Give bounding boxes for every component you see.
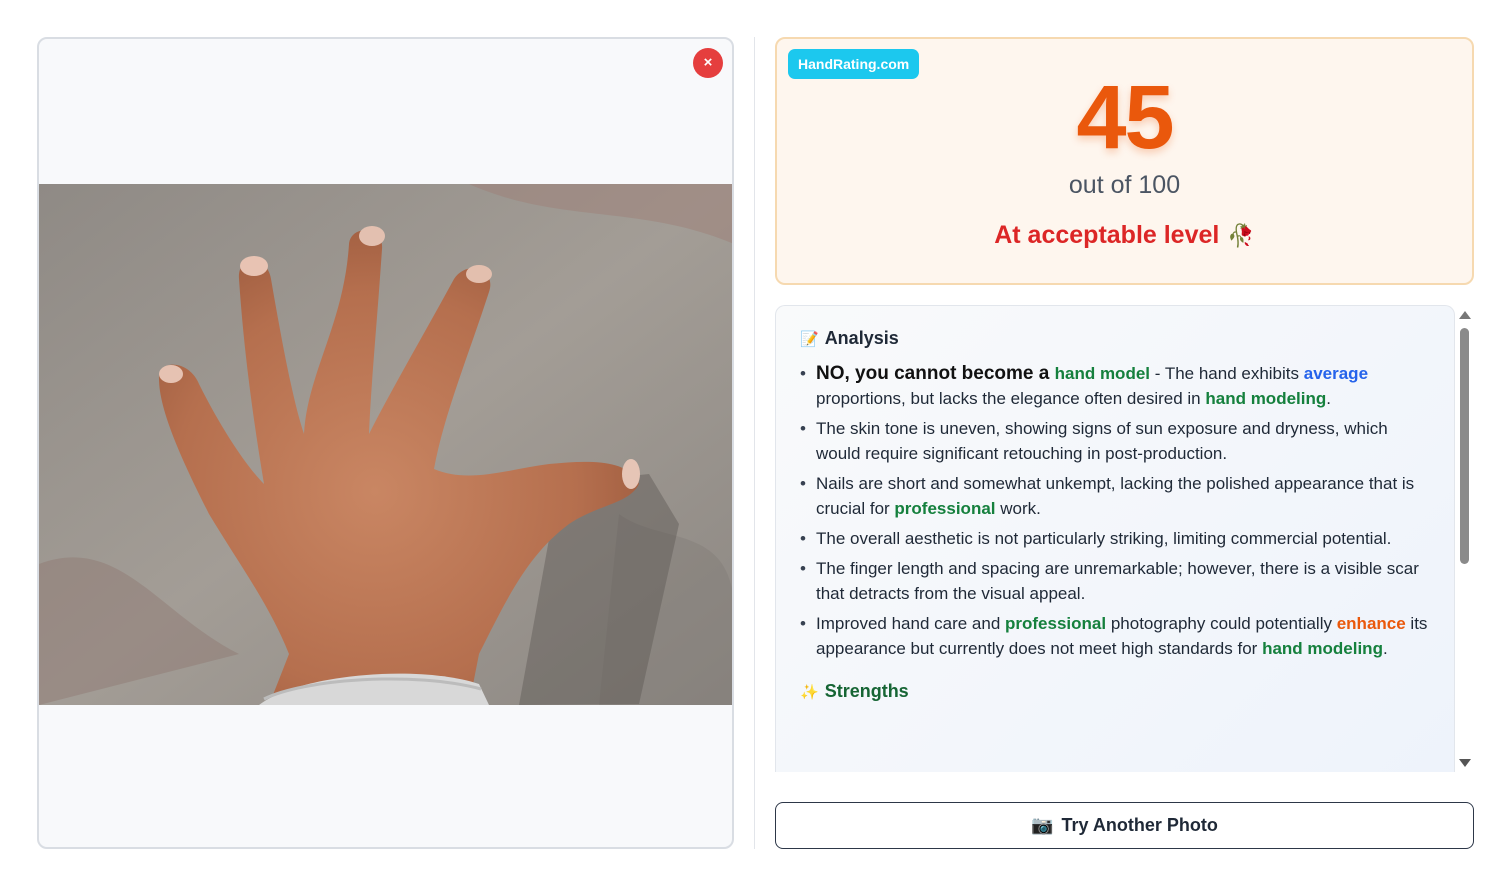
highlighted-term: enhance (1336, 614, 1406, 633)
score-value: 45 (1076, 68, 1174, 168)
highlighted-term: NO, you cannot become a (816, 363, 1055, 384)
panel-divider (754, 37, 755, 849)
uploaded-hand-photo (39, 184, 732, 705)
analysis-text: photography could potentially (1106, 614, 1337, 633)
highlighted-term: hand modeling (1205, 389, 1327, 408)
analysis-item: The finger length and spacing are unrema… (800, 556, 1430, 606)
analysis-item: The overall aesthetic is not particularl… (800, 526, 1430, 551)
photo-panel: × (37, 37, 734, 849)
analysis-text: The finger length and spacing are unrema… (816, 559, 1419, 603)
analysis-text: The skin tone is uneven, showing signs o… (816, 419, 1388, 463)
analysis-text: The overall aesthetic is not particularl… (816, 529, 1392, 548)
highlighted-term: professional (1005, 614, 1107, 633)
analysis-panel[interactable]: 📝 Analysis NO, you cannot become a hand … (775, 305, 1455, 772)
try-another-photo-button[interactable]: 📷 Try Another Photo (775, 802, 1474, 849)
analysis-text: Improved hand care and (816, 614, 1006, 633)
camera-icon: 📷 (1031, 815, 1054, 835)
analysis-scrollbar[interactable] (1458, 308, 1472, 770)
analysis-heading: 📝 Analysis (800, 328, 1430, 349)
score-out-of: out of 100 (1068, 171, 1181, 199)
analysis-text: proportions, but lacks the elegance ofte… (816, 389, 1206, 408)
analysis-item: NO, you cannot become a hand model - The… (800, 361, 1430, 411)
highlighted-term: average (1303, 364, 1369, 383)
score-card: HandRating.com 45 out of 100 At acceptab… (775, 37, 1474, 285)
highlighted-term: professional (894, 499, 996, 518)
analysis-list: NO, you cannot become a hand model - The… (800, 361, 1430, 661)
scroll-down-arrow-icon[interactable] (1459, 759, 1471, 767)
score-level-text: At acceptable level (994, 221, 1220, 249)
analysis-item: Improved hand care and professional phot… (800, 611, 1430, 661)
analysis-text: work. (995, 499, 1041, 518)
analysis-item: Nails are short and somewhat unkempt, la… (800, 471, 1430, 521)
analysis-text: . (1382, 639, 1388, 658)
highlighted-term: hand modeling (1262, 639, 1383, 658)
analysis-item: The skin tone is uneven, showing signs o… (800, 416, 1430, 466)
scroll-up-arrow-icon[interactable] (1459, 311, 1471, 319)
highlighted-term: hand model (1054, 364, 1151, 383)
analysis-text: - The hand exhibits (1150, 364, 1304, 383)
strengths-heading: ✨ Strengths (800, 681, 1430, 702)
try-another-photo-label: Try Another Photo (1061, 815, 1218, 835)
strengths-title: Strengths (824, 681, 909, 701)
scrollbar-thumb[interactable] (1460, 328, 1469, 564)
sparkles-icon: ✨ (800, 683, 819, 701)
score-level: At acceptable level 🥀 (777, 221, 1472, 250)
analysis-text: . (1326, 389, 1331, 408)
wilted-rose-icon: 🥀 (1227, 223, 1255, 248)
close-icon[interactable]: × (693, 48, 723, 78)
memo-icon: 📝 (800, 330, 819, 348)
analysis-title: Analysis (824, 328, 899, 348)
